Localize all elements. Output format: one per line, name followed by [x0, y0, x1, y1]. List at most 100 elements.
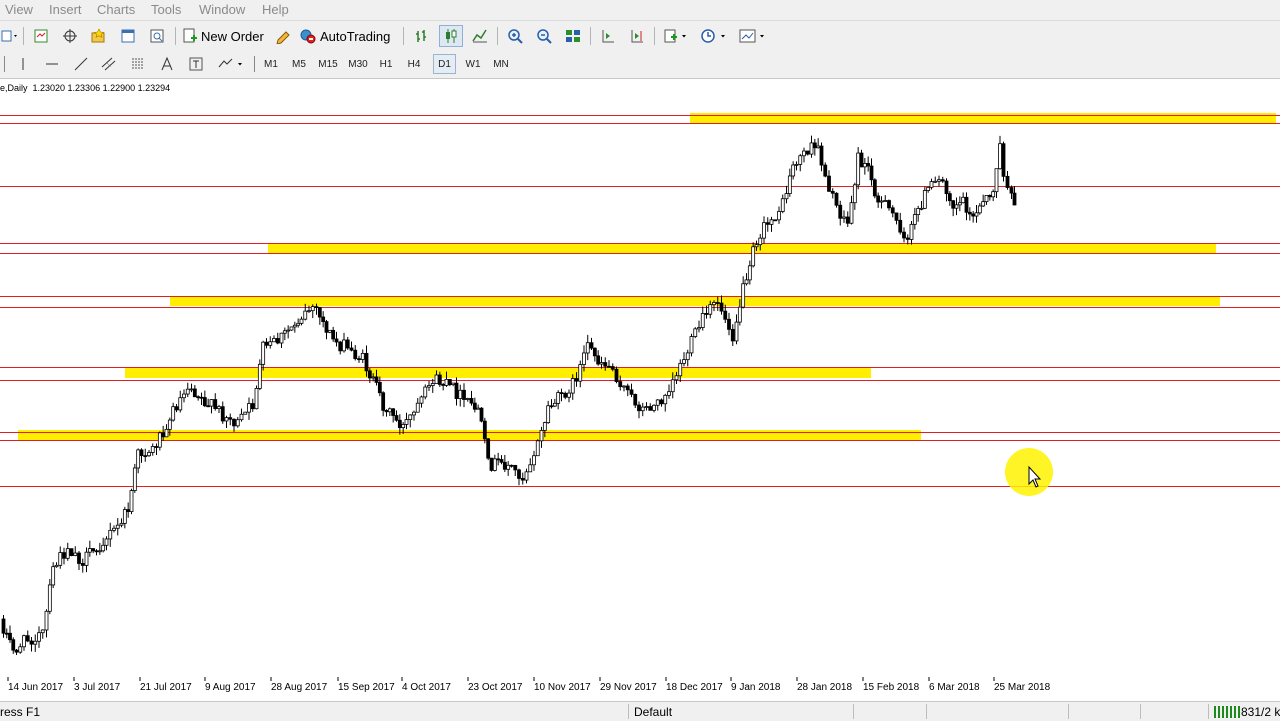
candle-body	[18, 646, 23, 653]
candle-body	[546, 405, 551, 424]
candle-body	[894, 212, 899, 221]
candle-body	[247, 403, 251, 413]
candle-body	[499, 459, 504, 463]
autotrading-button[interactable]: AutoTrading	[298, 25, 398, 47]
candle-body	[998, 143, 1002, 170]
candle-body	[167, 419, 172, 430]
candle-body	[108, 529, 113, 540]
fibonacci-icon[interactable]	[127, 53, 149, 75]
candle-body	[387, 408, 392, 413]
timeframe-h4[interactable]: H4	[404, 54, 424, 74]
candle-body	[73, 552, 78, 556]
candle-body	[947, 193, 952, 202]
menu-charts[interactable]: Charts	[97, 2, 135, 17]
vertical-line-icon[interactable]	[12, 53, 34, 75]
candle-body	[866, 163, 871, 167]
candle-body	[476, 407, 481, 410]
candle-body	[465, 398, 470, 400]
candle-body	[689, 336, 694, 354]
text-label-icon[interactable]	[185, 53, 207, 75]
candle-body	[652, 404, 656, 411]
metaeditor-icon[interactable]	[271, 25, 295, 47]
candle-body	[872, 179, 877, 197]
periods-dropdown-icon[interactable]	[697, 25, 731, 47]
candle-body	[610, 366, 615, 370]
equidistant-channel-icon[interactable]	[98, 53, 120, 75]
zoom-out-icon[interactable]	[532, 25, 556, 47]
navigator-icon[interactable]	[86, 25, 110, 47]
timeframe-d1[interactable]: D1	[433, 54, 456, 74]
candle-body	[1005, 175, 1010, 188]
candle-body	[374, 376, 379, 383]
candle-body	[1, 618, 6, 634]
candle-body	[712, 302, 716, 306]
autoscroll-icon[interactable]	[625, 25, 649, 47]
candle-body	[243, 411, 248, 415]
timeframe-m5[interactable]: M5	[289, 54, 309, 74]
candle-body	[334, 338, 339, 343]
timeframe-w1[interactable]: W1	[462, 54, 484, 74]
menu-window[interactable]: Window	[199, 2, 245, 17]
menu-view[interactable]: View	[5, 2, 33, 17]
status-traffic: 831/2 k	[1241, 705, 1280, 719]
terminal-icon[interactable]	[116, 25, 140, 47]
candle-body	[542, 422, 547, 431]
menu-tools[interactable]: Tools	[151, 2, 181, 17]
candle-body	[967, 211, 972, 215]
timeframe-m15[interactable]: M15	[316, 54, 340, 74]
candle-body	[217, 406, 221, 409]
candle-body	[408, 414, 413, 420]
candle-body	[272, 338, 276, 343]
candle-body	[640, 406, 645, 412]
zoom-in-icon[interactable]	[503, 25, 527, 47]
candle-body	[506, 464, 511, 470]
candle-body	[22, 635, 26, 648]
candle-body	[876, 195, 881, 203]
timeframe-m1[interactable]: M1	[261, 54, 281, 74]
candle-body	[139, 449, 144, 457]
candle-body	[905, 237, 910, 240]
strategy-tester-icon[interactable]	[145, 25, 169, 47]
profiles-icon[interactable]	[30, 25, 52, 47]
menu-help[interactable]: Help	[262, 2, 289, 17]
new-order-button[interactable]: New Order	[181, 25, 267, 47]
horizontal-line-icon[interactable]	[41, 53, 63, 75]
candle-body	[827, 175, 831, 192]
chart-shift-icon[interactable]	[596, 25, 620, 47]
candle-body	[513, 465, 518, 471]
candle-body	[489, 457, 494, 471]
candle-body	[769, 219, 774, 225]
timeframe-h1[interactable]: H1	[376, 54, 396, 74]
arrows-dropdown-icon[interactable]	[214, 53, 246, 75]
trendline-icon[interactable]	[70, 53, 92, 75]
candle-body	[502, 461, 507, 470]
menu-insert[interactable]: Insert	[49, 2, 82, 17]
timeframe-mn[interactable]: MN	[489, 54, 513, 74]
candle-body	[994, 168, 999, 193]
candle-body	[404, 419, 409, 425]
text-tool-icon[interactable]	[156, 53, 178, 75]
mouse-cursor-icon	[1005, 448, 1053, 496]
candle-body	[381, 392, 386, 411]
candlestick-chart-icon[interactable]	[439, 25, 463, 47]
candle-body	[670, 379, 675, 393]
new-chart-dropdown-icon[interactable]	[0, 25, 20, 47]
x-axis-tick-label: 3 Jul 2017	[74, 682, 121, 693]
candle-body	[11, 639, 16, 651]
line-chart-icon[interactable]	[468, 25, 492, 47]
indicators-dropdown-icon[interactable]	[660, 25, 692, 47]
price-chart[interactable]: 14 Jun 2017 3 Jul 2017 21 Jul 2017 9 Aug 20…	[0, 79, 1280, 701]
candle-body	[532, 455, 536, 466]
candle-body	[129, 490, 134, 513]
crosshair-icon[interactable]	[58, 25, 82, 47]
bar-chart-icon[interactable]	[410, 25, 434, 47]
templates-dropdown-icon[interactable]	[736, 25, 770, 47]
candle-body	[4, 632, 9, 635]
chart-window[interactable]: e,Daily 1.23020 1.23306 1.22900 1.23294 …	[0, 79, 1280, 701]
timeframe-m30[interactable]: M30	[345, 54, 371, 74]
candle-body	[762, 222, 766, 239]
candle-body	[171, 406, 176, 421]
tile-windows-icon[interactable]	[561, 25, 585, 47]
candle-body	[150, 446, 155, 453]
candle-body	[830, 190, 835, 194]
